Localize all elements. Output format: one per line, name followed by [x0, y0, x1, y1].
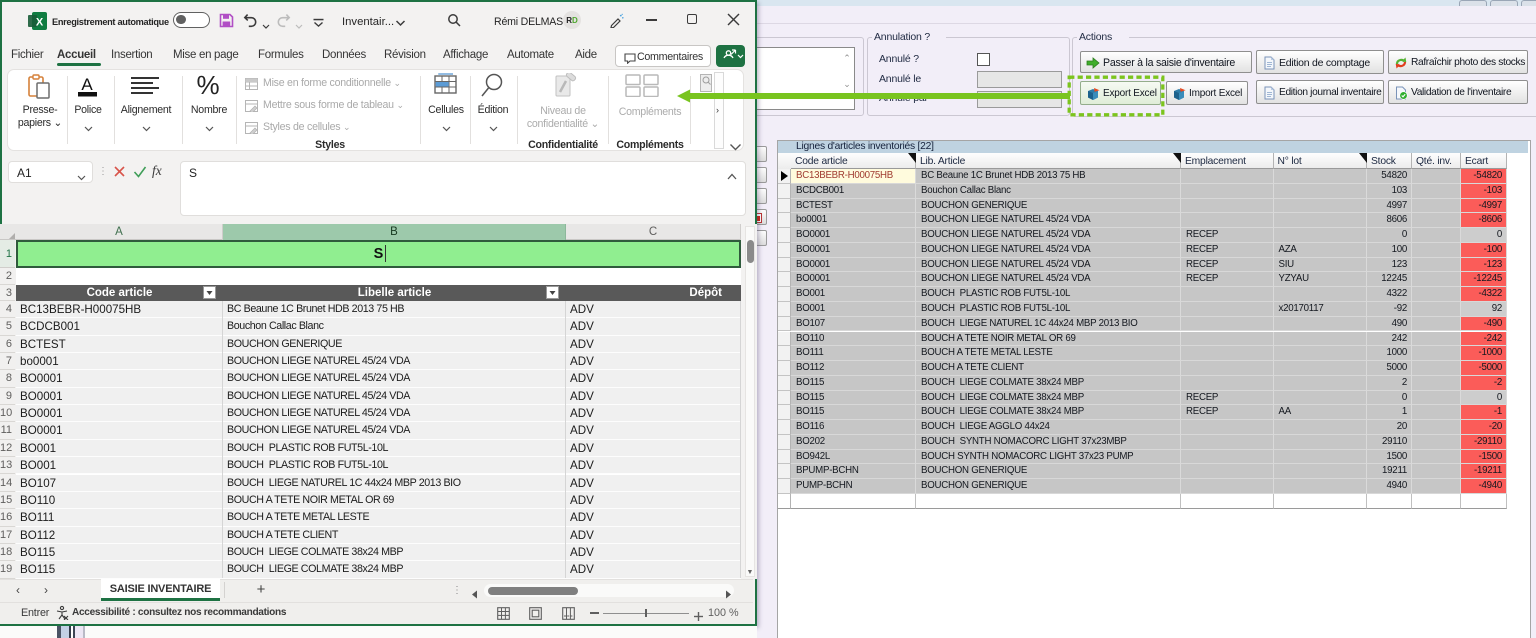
svg-text:A: A — [81, 75, 93, 94]
svg-text:X: X — [36, 17, 44, 29]
